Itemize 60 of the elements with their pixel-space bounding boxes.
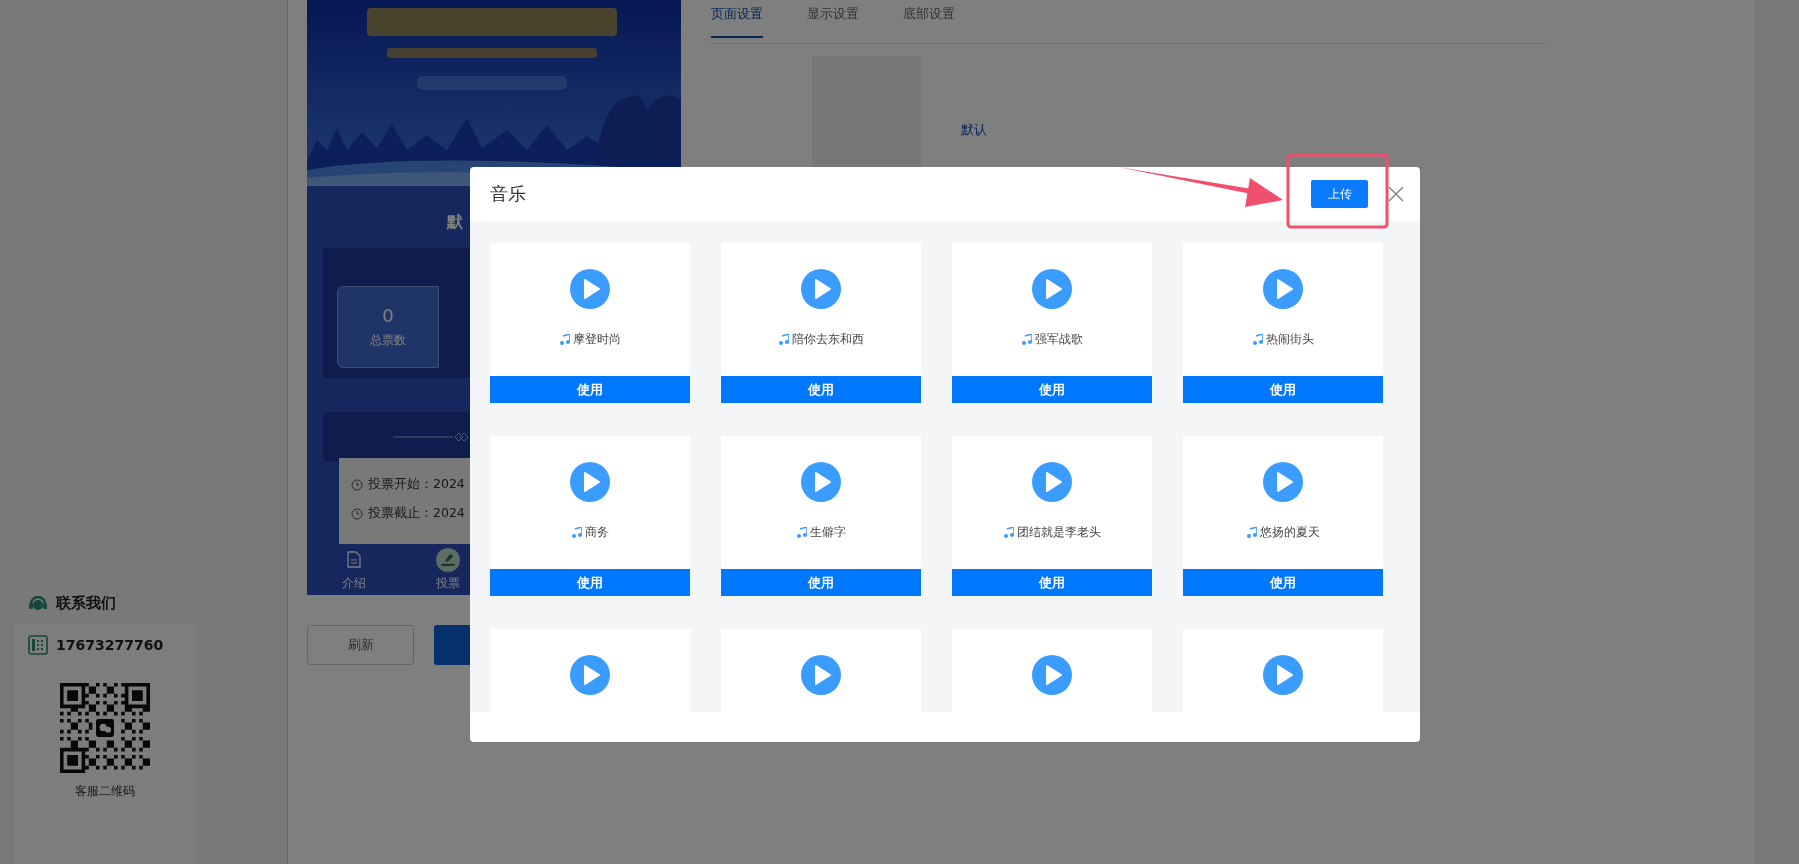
track-name: 团结就是李老头 [1016, 524, 1101, 541]
stat-label: 总票数 [370, 332, 406, 349]
use-button[interactable]: 使用 [490, 569, 690, 596]
play-icon[interactable] [801, 462, 841, 502]
settings-tab[interactable]: 底部设置 [903, 5, 955, 38]
document-icon [347, 551, 361, 568]
telephone-icon [28, 635, 48, 655]
clock-icon [351, 507, 363, 520]
nav-tab[interactable]: 介绍 [307, 544, 401, 595]
track-name: 生僻字 [809, 524, 846, 541]
clock-icon [351, 478, 363, 491]
play-icon[interactable] [1263, 655, 1303, 695]
preview-heading: 默 [447, 212, 463, 233]
track-name: 摩登时尚 [572, 331, 621, 348]
music-note-icon [559, 334, 570, 345]
dialog-title: 音乐 [490, 182, 526, 206]
play-icon[interactable] [1032, 269, 1072, 309]
music-note-icon [571, 527, 582, 538]
use-button[interactable]: 使用 [490, 376, 690, 403]
play-icon[interactable] [570, 462, 610, 502]
track-name: 热闹街头 [1265, 331, 1314, 348]
default-link[interactable]: 默认 [961, 121, 987, 139]
use-button[interactable]: 使用 [952, 569, 1152, 596]
track-name: 陪你去东和西 [791, 331, 864, 348]
stat-value: 0 [382, 305, 394, 326]
settings-tab[interactable]: 页面设置 [711, 5, 763, 38]
info-text: 投票开始：2024 [368, 476, 465, 493]
headset-icon [28, 593, 48, 613]
track-name: 强军战歌 [1034, 331, 1083, 348]
music-note-icon [1003, 527, 1014, 538]
qr-caption: 客服二维码 [75, 783, 135, 800]
track-name: 商务 [584, 524, 609, 541]
ballot-icon [441, 552, 455, 567]
use-button[interactable]: 使用 [1183, 376, 1383, 403]
upload-button[interactable]: 上传 [1311, 180, 1368, 208]
phone-number: 17673277760 [56, 637, 164, 653]
play-icon[interactable] [570, 655, 610, 695]
play-icon[interactable] [570, 269, 610, 309]
music-note-icon [778, 334, 789, 345]
play-icon[interactable] [1263, 269, 1303, 309]
play-icon[interactable] [1032, 462, 1072, 502]
music-note-icon [1246, 527, 1257, 538]
refresh-button[interactable]: 刷新 [307, 625, 414, 665]
info-text: 投票截止：2024 [368, 505, 465, 522]
use-button[interactable]: 使用 [721, 569, 921, 596]
music-note-icon [1021, 334, 1032, 345]
track-name: 悠扬的夏天 [1259, 524, 1320, 541]
contact-title: 联系我们 [56, 593, 116, 613]
close-icon[interactable] [1388, 186, 1404, 202]
use-button[interactable]: 使用 [1183, 569, 1383, 596]
divider-ornament-icon [393, 432, 469, 442]
play-icon[interactable] [801, 655, 841, 695]
use-button[interactable]: 使用 [721, 376, 921, 403]
music-note-icon [796, 527, 807, 538]
play-icon[interactable] [801, 269, 841, 309]
settings-tab[interactable]: 显示设置 [807, 5, 859, 38]
use-button[interactable]: 使用 [952, 376, 1152, 403]
play-icon[interactable] [1263, 462, 1303, 502]
play-icon[interactable] [1032, 655, 1072, 695]
music-note-icon [1252, 334, 1263, 345]
